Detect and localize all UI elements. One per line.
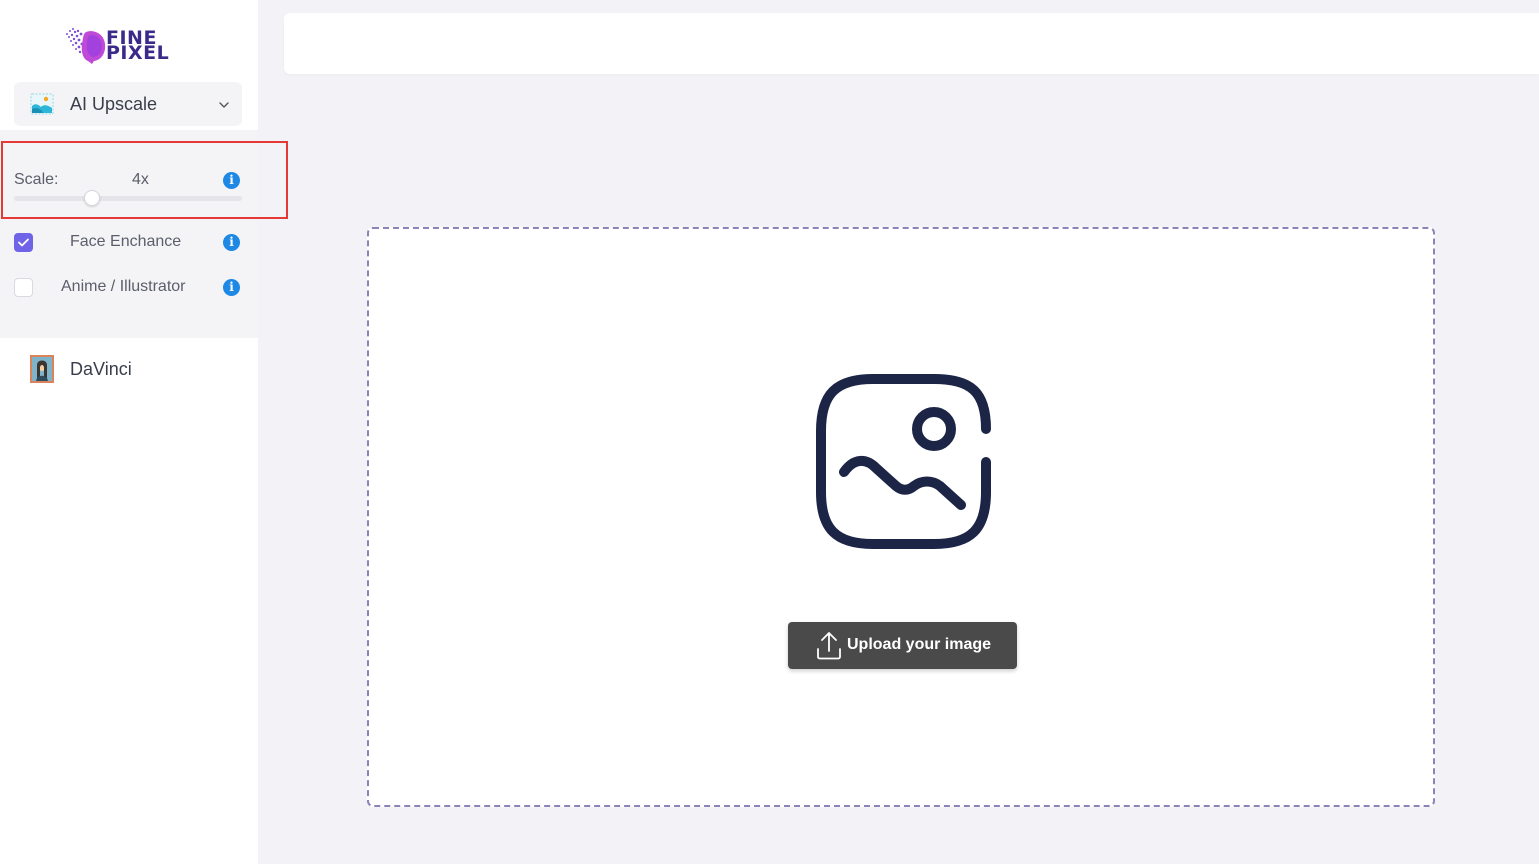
anime-checkbox[interactable] [14, 278, 33, 297]
tool-selector-label: AI Upscale [70, 94, 158, 114]
upload-image-button[interactable]: Upload your image [788, 622, 1017, 669]
face-enhance-checkbox[interactable] [14, 233, 33, 252]
scale-row: Scale: 4x i [14, 171, 242, 191]
brain-pixel-logo-icon [66, 28, 106, 64]
face-enhance-option: Face Enchance i [14, 232, 242, 254]
upload-button-label: Upload your image [847, 636, 992, 653]
face-enhance-label[interactable]: Face Enchance [70, 233, 181, 251]
chevron-down-icon [219, 102, 229, 108]
anime-label[interactable]: Anime / Illustrator [61, 278, 185, 296]
scale-slider-thumb[interactable] [83, 190, 100, 206]
image-upscale-icon [30, 93, 54, 115]
scale-value: 4x [132, 171, 149, 188]
checkmark-icon [18, 238, 29, 247]
davinci-label: DaVinci [70, 359, 132, 379]
scale-info-icon[interactable]: i [223, 172, 240, 189]
brand-name-line2: PIXEL [106, 42, 170, 64]
face-enhance-info-icon[interactable]: i [223, 234, 240, 251]
tool-selector-dropdown[interactable]: AI Upscale [14, 82, 242, 126]
brand-logo[interactable]: FINE PIXEL [64, 26, 194, 66]
sidebar: FINE PIXEL AI Upscale Scale: 4x i Face E… [0, 0, 258, 864]
image-icon [816, 374, 991, 549]
portrait-painting-icon [30, 355, 54, 383]
anime-info-icon[interactable]: i [223, 279, 240, 296]
anime-option: Anime / Illustrator i [14, 277, 242, 299]
upload-dropzone[interactable]: Upload your image [367, 227, 1435, 807]
upload-icon [817, 632, 841, 660]
scale-label: Scale: [14, 171, 59, 188]
scale-slider[interactable] [14, 190, 242, 206]
top-bar [284, 13, 1539, 74]
davinci-tool-item[interactable]: DaVinci [30, 355, 230, 383]
brand-name: FINE PIXEL [106, 29, 170, 64]
